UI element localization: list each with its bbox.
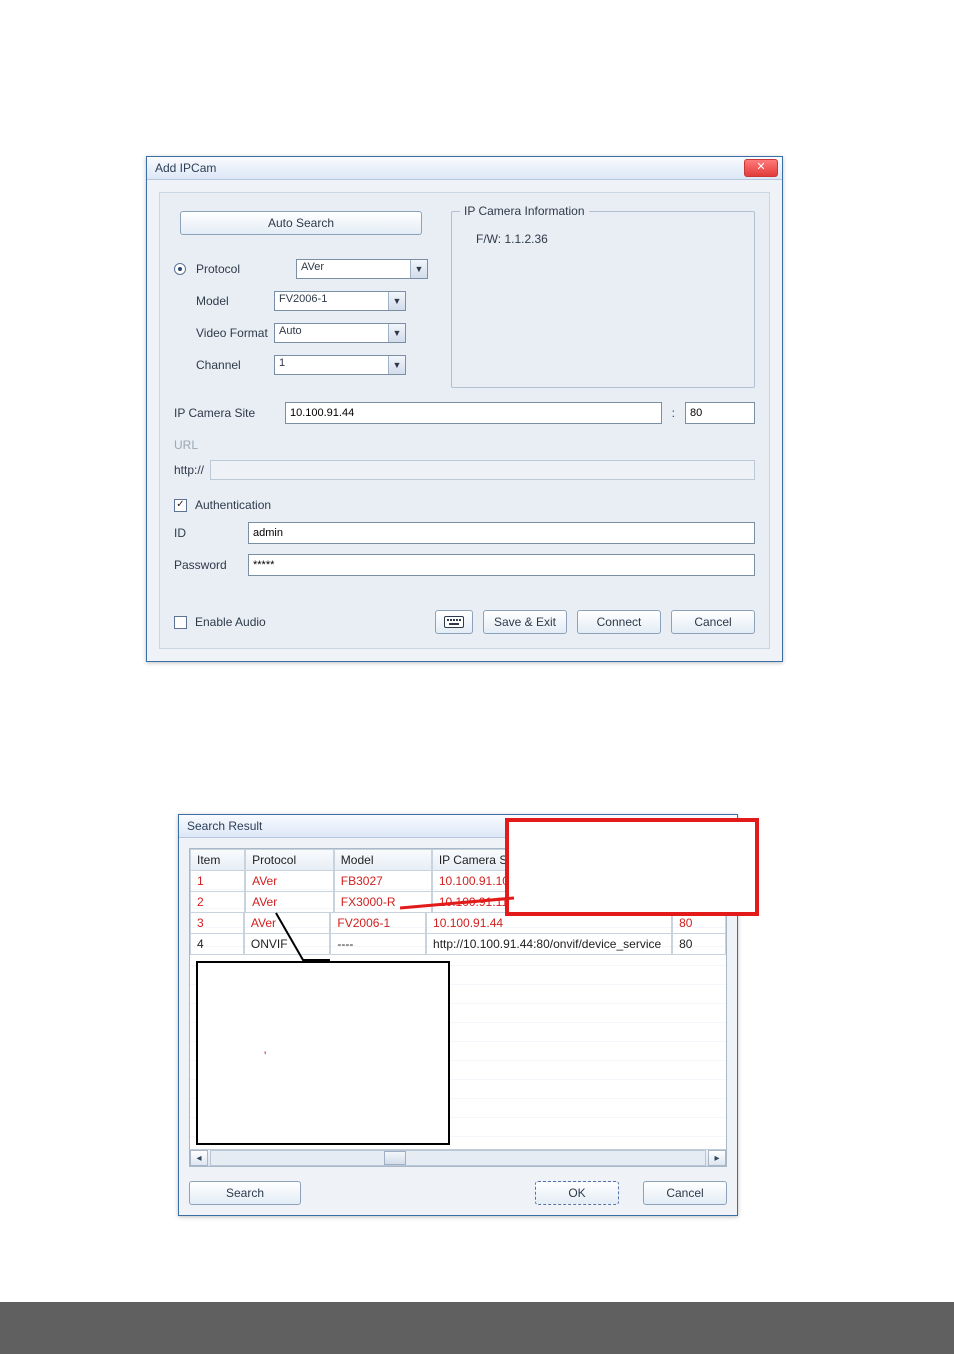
chevron-down-icon: ▼	[388, 292, 405, 310]
password-input[interactable]	[248, 554, 755, 576]
password-field-label: Password	[174, 558, 248, 572]
model-label: Model	[196, 294, 274, 308]
add-ipcam-titlebar: Add IPCam ✕	[147, 157, 782, 180]
ip-camera-info-group: IP Camera Information F/W: 1.1.2.36	[451, 211, 755, 388]
connect-label: Connect	[597, 615, 642, 629]
auto-search-label: Auto Search	[268, 216, 334, 230]
enable-audio-label: Enable Audio	[195, 615, 266, 629]
cancel-button[interactable]: Cancel	[643, 1181, 727, 1205]
channel-label: Channel	[196, 358, 274, 372]
add-ipcam-title: Add IPCam	[155, 161, 216, 175]
channel-combo[interactable]: 1 ▼	[274, 355, 406, 375]
add-ipcam-dialog: Add IPCam ✕ Auto Search Protocol AVer ▼	[146, 156, 783, 662]
callout-bubble: '	[196, 961, 450, 1145]
scroll-thumb[interactable]	[384, 1151, 406, 1165]
auto-search-button[interactable]: Auto Search	[180, 211, 422, 235]
url-radio-label: URL	[174, 438, 198, 452]
search-result-title: Search Result	[187, 819, 262, 833]
model-combo-value: FV2006-1	[275, 292, 388, 310]
ok-button-label: OK	[568, 1186, 585, 1200]
add-ipcam-body: Auto Search Protocol AVer ▼ Model FV	[159, 192, 770, 649]
callout-tail-icon	[268, 912, 358, 972]
callout-red-line-icon	[400, 896, 520, 918]
scroll-right-icon[interactable]: ▸	[708, 1150, 726, 1166]
horizontal-scrollbar[interactable]: ◂ ▸	[190, 1149, 726, 1166]
protocol-combo-value: AVer	[297, 260, 410, 278]
ok-button[interactable]: OK	[535, 1181, 619, 1205]
cancel-label: Cancel	[694, 615, 731, 629]
ip-camera-info-legend: IP Camera Information	[460, 204, 589, 218]
enable-audio-checkbox[interactable]: ✓	[174, 616, 187, 629]
scroll-left-icon[interactable]: ◂	[190, 1150, 208, 1166]
search-button-label: Search	[226, 1186, 264, 1200]
protocol-label: Protocol	[196, 262, 296, 276]
model-combo[interactable]: FV2006-1 ▼	[274, 291, 406, 311]
url-prefix-label: http://	[174, 463, 204, 477]
save-exit-button[interactable]: Save & Exit	[483, 610, 567, 634]
auth-checkbox[interactable]: ✓	[174, 499, 187, 512]
callout-red-box	[505, 818, 759, 916]
video-format-combo-value: Auto	[275, 324, 388, 342]
auth-label: Authentication	[195, 498, 271, 512]
col-protocol[interactable]: Protocol	[245, 849, 334, 871]
chevron-down-icon: ▼	[388, 324, 405, 342]
chevron-down-icon: ▼	[410, 260, 427, 278]
callout-tick-mark: '	[264, 1049, 448, 1063]
chevron-down-icon: ▼	[388, 356, 405, 374]
port-input[interactable]	[685, 402, 755, 424]
port-colon: :	[672, 406, 675, 420]
url-input[interactable]	[210, 460, 755, 480]
protocol-combo[interactable]: AVer ▼	[296, 259, 428, 279]
page-footer-bar	[0, 1302, 954, 1354]
scroll-track[interactable]	[210, 1150, 706, 1166]
connect-button[interactable]: Connect	[577, 610, 661, 634]
col-model[interactable]: Model	[334, 849, 432, 871]
keyboard-icon	[444, 616, 464, 628]
id-field-label: ID	[174, 526, 248, 540]
keyboard-icon-button[interactable]	[435, 610, 473, 634]
video-format-combo[interactable]: Auto ▼	[274, 323, 406, 343]
close-icon[interactable]: ✕	[744, 159, 778, 177]
col-item[interactable]: Item	[190, 849, 245, 871]
cancel-button-label: Cancel	[666, 1186, 703, 1200]
ip-site-label: IP Camera Site	[174, 406, 285, 420]
save-exit-label: Save & Exit	[494, 615, 556, 629]
ip-site-input[interactable]	[285, 402, 662, 424]
cancel-button[interactable]: Cancel	[671, 610, 755, 634]
channel-combo-value: 1	[275, 356, 388, 374]
protocol-radio[interactable]	[174, 263, 186, 275]
video-format-label: Video Format	[196, 326, 286, 340]
search-button[interactable]: Search	[189, 1181, 301, 1205]
id-input[interactable]	[248, 522, 755, 544]
